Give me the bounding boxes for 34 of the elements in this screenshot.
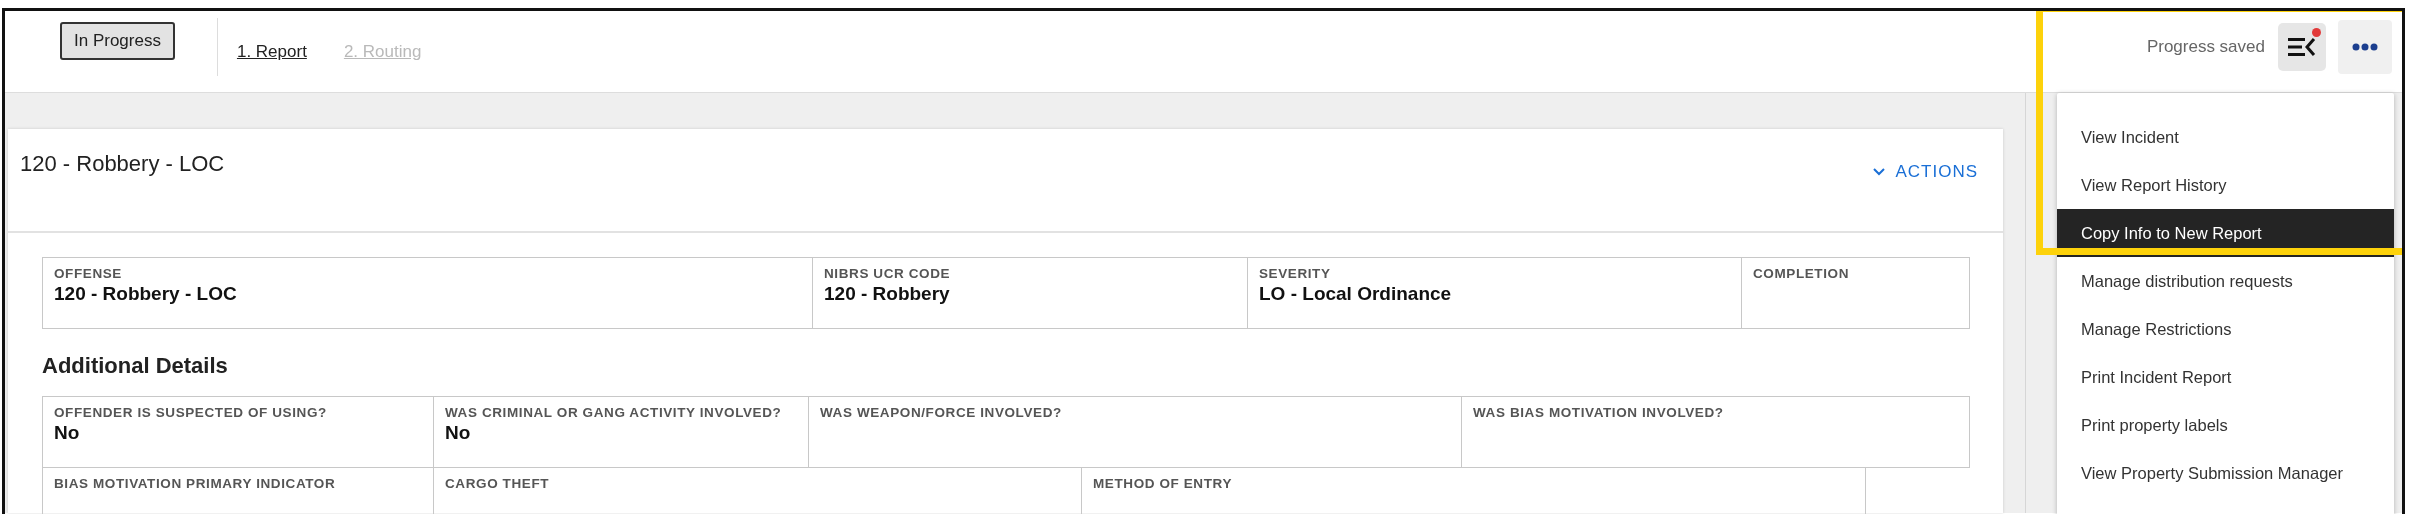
field-label: WAS CRIMINAL OR GANG ACTIVITY INVOLVED?	[445, 405, 783, 422]
field-label: OFFENDER IS SUSPECTED OF USING?	[54, 405, 328, 422]
menu-item[interactable]: View Property Submission Manager	[2057, 449, 2394, 497]
more-icon	[2352, 42, 2378, 51]
panel-toggle-button[interactable]	[2278, 22, 2326, 71]
step-tab[interactable]: 1. Report	[236, 38, 307, 65]
chevron-down-icon	[1873, 167, 1886, 176]
field-label: WAS WEAPON/FORCE INVOLVED?	[820, 405, 1063, 422]
menu-item[interactable]: View Report History	[2057, 161, 2394, 209]
status-badge: In Progress	[60, 22, 175, 60]
menu-item[interactable]: Manage Restrictions	[2057, 305, 2394, 353]
field-label: METHOD OF ENTRY	[1093, 476, 1233, 493]
field-label: CARGO THEFT	[445, 476, 551, 493]
field-value: 120 - Robbery	[824, 282, 951, 307]
field-label: COMPLETION	[1753, 266, 1850, 283]
field-value: 120 - Robbery - LOC	[54, 282, 238, 307]
field-label: OFFENSE	[54, 266, 123, 283]
save-status: Progress saved	[2146, 35, 2265, 58]
section-title: Additional Details	[42, 352, 229, 380]
menu-item[interactable]: Print Incident Report	[2057, 353, 2394, 401]
menu-collapse-icon	[2288, 35, 2316, 58]
field-label: NIBRS UCR CODE	[824, 266, 952, 283]
field-label: BIAS MOTIVATION PRIMARY INDICATOR	[54, 476, 337, 493]
field-value: No	[445, 421, 472, 446]
field-label: SEVERITY	[1259, 266, 1332, 283]
actions-button[interactable]: ACTIONS	[1873, 159, 1978, 185]
menu-item[interactable]: Manage distribution requests	[2057, 257, 2394, 305]
more-button[interactable]	[2338, 19, 2392, 74]
field-value: LO - Local Ordinance	[1259, 282, 1453, 307]
field-value: No	[54, 421, 81, 446]
menu-item[interactable]: View Incident	[2057, 113, 2394, 161]
field-label: WAS BIAS MOTIVATION INVOLVED?	[1473, 405, 1725, 422]
menu-item[interactable]: Print property labels	[2057, 401, 2394, 449]
card-title: 120 - Robbery - LOC	[20, 151, 225, 178]
